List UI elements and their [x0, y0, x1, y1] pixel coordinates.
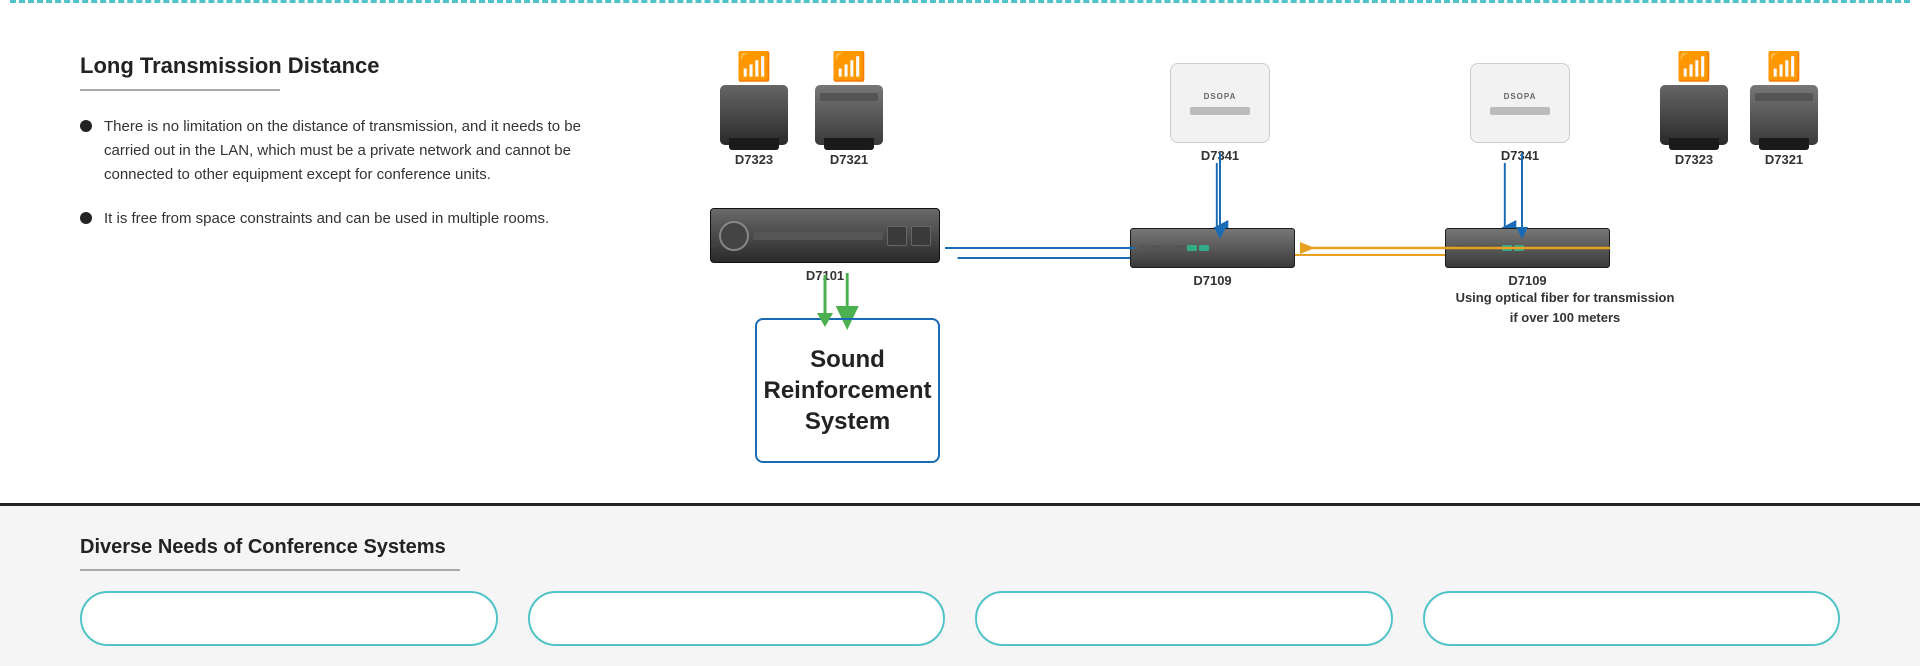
label-d7323-2: D7323	[1675, 152, 1713, 167]
device-d7109-1: D7109	[1130, 228, 1295, 288]
bullet-item-1: There is no limitation on the distance o…	[80, 115, 620, 187]
bullet-text-1: There is no limitation on the distance o…	[104, 115, 620, 187]
section-title: Long Transmission Distance	[80, 53, 620, 79]
card-4[interactable]	[1423, 591, 1841, 646]
device-d7341-2: DSOPA D7341	[1470, 63, 1570, 163]
bullet-dot-2	[80, 212, 92, 224]
cards-row	[80, 591, 1840, 646]
device-d7341-1: DSOPA D7341	[1170, 63, 1270, 163]
card-3[interactable]	[975, 591, 1393, 646]
card-2[interactable]	[528, 591, 946, 646]
bottom-section: Diverse Needs of Conference Systems	[0, 503, 1920, 666]
sound-box-text: Sound Reinforcement System	[763, 344, 931, 438]
main-section: Long Transmission Distance There is no l…	[0, 3, 1920, 503]
label-d7323-1: D7323	[735, 152, 773, 167]
label-d7321-2: D7321	[1765, 152, 1803, 167]
title-underline	[80, 89, 280, 91]
bottom-underline	[80, 569, 460, 571]
device-d7321-1: 📶 D7321	[815, 53, 883, 167]
wifi-icon-d7321-1: 📶	[832, 53, 867, 81]
device-d7109-2: D7109	[1445, 228, 1610, 288]
card-1[interactable]	[80, 591, 498, 646]
wifi-icon-d7323-1: 📶	[737, 53, 772, 81]
right-panel: 📶 D7323 📶 D7321	[660, 33, 1860, 473]
wifi-icon-d7321-2: 📶	[1767, 53, 1802, 81]
device-d7323-2: 📶 D7323	[1660, 53, 1728, 167]
bullet-text-2: It is free from space constraints and ca…	[104, 207, 549, 231]
bullet-dot-1	[80, 120, 92, 132]
sound-reinforcement-box: Sound Reinforcement System	[755, 318, 940, 463]
label-d7109-1: D7109	[1193, 273, 1231, 288]
bottom-title: Diverse Needs of Conference Systems	[80, 536, 1840, 559]
left-panel: Long Transmission Distance There is no l…	[80, 33, 660, 473]
bullet-item-2: It is free from space constraints and ca…	[80, 207, 620, 231]
device-d7101: D7101	[710, 208, 940, 283]
label-d7341-1: D7341	[1201, 148, 1239, 163]
device-d7321-2: 📶 D7321	[1750, 53, 1818, 167]
label-d7341-2: D7341	[1501, 148, 1539, 163]
label-d7109-2: D7109	[1508, 273, 1546, 288]
label-d7321-1: D7321	[830, 152, 868, 167]
network-diagram: 📶 D7323 📶 D7321	[660, 33, 1860, 473]
label-d7101: D7101	[806, 268, 844, 283]
wifi-icon-d7323-2: 📶	[1677, 53, 1712, 81]
device-d7323-1: 📶 D7323	[720, 53, 788, 167]
optical-fiber-note: Using optical fiber for transmission if …	[1450, 288, 1680, 327]
